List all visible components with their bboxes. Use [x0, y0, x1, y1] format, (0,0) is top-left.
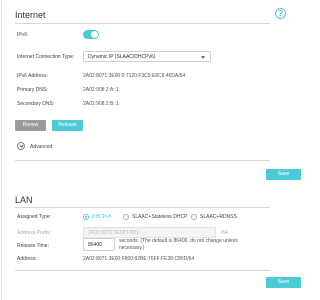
renew-button[interactable]: Renew — [15, 120, 46, 131]
address-prefix-suffix: /64 — [221, 230, 228, 236]
release-time-note: seconds. (The default is 86400, do not c… — [119, 238, 238, 251]
ipv6-toggle[interactable] — [83, 30, 99, 39]
radio-slaac-rdnss[interactable] — [191, 214, 197, 220]
ipv6-address-label: IPv6 Address: — [17, 73, 48, 79]
assigned-type-label: Assigned Type: — [17, 214, 52, 220]
ipv6-address-value: 2A02:8071:3E00:0:7120:F3C5:E8C8:46DA/64 — [83, 73, 186, 79]
internet-bottom-divider — [15, 160, 270, 161]
radio-slaac-stateless-dhcp[interactable] — [123, 214, 129, 220]
lan-bottom-divider — [15, 270, 270, 271]
secondary-dns-value: 2A02:908:2:B::1 — [83, 101, 119, 107]
radio-slaac-stateless-dhcp-label[interactable]: SLAAC+Stateless DHCP — [132, 214, 187, 220]
internet-save-button[interactable]: Save — [266, 169, 301, 180]
connection-type-label: Internet Connection Type: — [17, 54, 75, 60]
release-button[interactable]: Release — [52, 120, 83, 131]
connection-type-value: Dynamic IP (SLAAC/DHCPv6) — [88, 54, 156, 60]
address-prefix-label: Address Prefix: — [17, 230, 51, 236]
help-icon[interactable]: ? — [275, 8, 286, 19]
ipv6-settings-page: ? Internet IPv6: Internet Connection Typ… — [0, 0, 301, 300]
advanced-toggle-label[interactable]: Advanced — [30, 144, 52, 150]
toggle-knob — [91, 31, 98, 38]
chevron-down-circle-icon[interactable] — [17, 142, 25, 150]
internet-section-title: Internet — [15, 10, 46, 20]
connection-type-select[interactable]: Dynamic IP (SLAAC/DHCPv6) — [83, 51, 211, 62]
lan-save-button[interactable]: Save — [266, 277, 301, 288]
chevron-down-icon — [201, 56, 205, 59]
radio-dhcpv6-label[interactable]: DHCPv6 — [92, 214, 111, 220]
address-prefix-value: 2A02:8071:3E00:F800:: — [88, 230, 141, 236]
lan-address-label: Address: — [17, 256, 37, 262]
lan-divider — [15, 207, 270, 208]
radio-dhcpv6[interactable] — [83, 214, 89, 220]
address-prefix-input[interactable]: 2A02:8071:3E00:F800:: — [83, 227, 216, 238]
panel-border — [1, 0, 2, 300]
release-time-label: Release Time: — [17, 243, 49, 249]
secondary-dns-label: Secondary DNS: — [17, 101, 55, 107]
internet-divider — [15, 23, 270, 24]
lan-address-value: 2A02:8071:3E00:F800:82BE:76FF:FE38:C86D/… — [83, 256, 195, 262]
radio-slaac-rdnss-label[interactable]: SLAAC+RDNSS — [200, 214, 237, 220]
chevron-down-icon — [19, 142, 24, 148]
primary-dns-label: Primary DNS: — [17, 87, 48, 93]
release-time-input[interactable]: 86400 — [83, 238, 115, 251]
lan-section-title: LAN — [15, 195, 33, 205]
release-time-value: 86400 — [88, 242, 102, 248]
primary-dns-value: 2A02:908:2:A::1 — [83, 87, 119, 93]
ipv6-label: IPv6: — [17, 32, 29, 38]
